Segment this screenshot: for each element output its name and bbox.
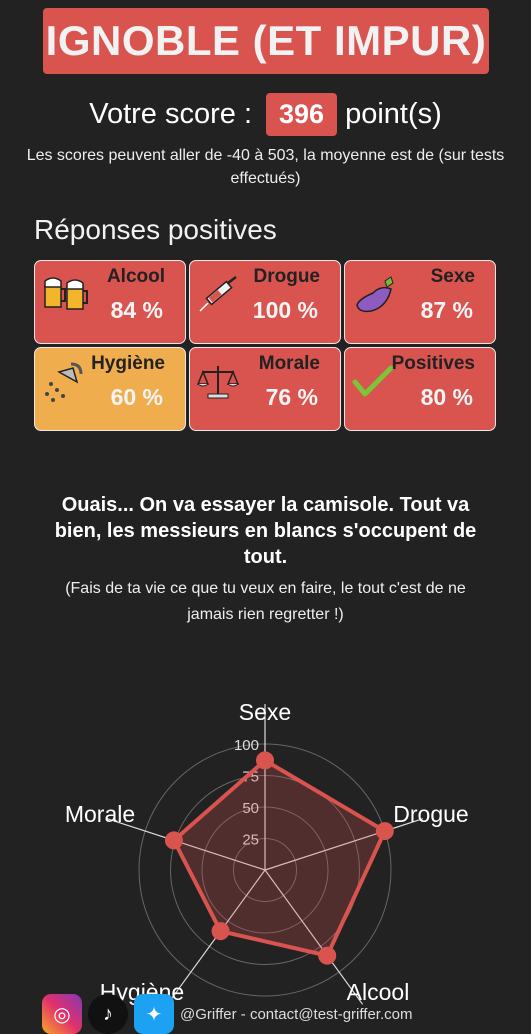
card-percent: 100 %	[252, 297, 318, 323]
card-alcool: Alcool 84 %	[34, 260, 186, 344]
card-name: Hygiène	[91, 353, 165, 374]
card-percent: 87 %	[420, 297, 473, 323]
card-name: Sexe	[430, 266, 475, 287]
card-name: Alcool	[106, 266, 165, 287]
scales-icon	[196, 362, 242, 402]
result-title: IGNOBLE (ET IMPUR)	[43, 8, 489, 74]
score-value: 396	[266, 92, 338, 136]
score-unit: point(s)	[345, 97, 442, 130]
result-comment: Ouais... On va essayer la camisole. Tout…	[54, 494, 477, 568]
axis-label: Morale	[65, 801, 135, 827]
instagram-icon[interactable]: ◎	[42, 994, 82, 1034]
footer: ◎ ♪ ✦ @Griffer - contact@test-griffer.co…	[42, 994, 413, 1034]
data-point	[375, 822, 394, 841]
card-percent: 60 %	[110, 384, 163, 410]
result-advice: (Fais de ta vie ce que tu veux en faire,…	[65, 580, 466, 623]
data-point	[164, 831, 183, 850]
data-point	[211, 922, 230, 941]
card-name: Morale	[258, 353, 320, 374]
check-icon	[351, 362, 397, 402]
card-morale: Morale 76 %	[189, 347, 341, 431]
twitter-icon[interactable]: ✦	[134, 994, 174, 1034]
card-name: Drogue	[253, 266, 321, 287]
card-hygiene: Hygiène 60 %	[34, 347, 186, 431]
score-label: Votre score :	[89, 97, 253, 130]
beer-mugs-icon	[41, 275, 88, 315]
card-name: Positives	[391, 353, 475, 374]
data-point	[318, 946, 337, 965]
card-positives: Positives 80 %	[344, 347, 496, 431]
tiktok-icon[interactable]: ♪	[88, 994, 128, 1034]
shower-icon	[41, 362, 87, 402]
axis-label: Alcool	[347, 979, 410, 1005]
card-sexe: Sexe 87 %	[344, 260, 496, 344]
radar-chart: 255075100SexeDrogueAlcoolHygièneMorale	[65, 699, 469, 1005]
section-title: Réponses positives	[34, 214, 277, 245]
syringe-icon	[196, 275, 242, 315]
data-point	[256, 751, 274, 770]
card-percent: 84 %	[110, 297, 163, 323]
axis-label: Drogue	[393, 801, 468, 827]
axis-label: Sexe	[239, 699, 291, 725]
score-note: Les scores peuvent aller de -40 à 503, l…	[26, 147, 505, 187]
data-series-area	[171, 758, 387, 958]
eggplant-icon	[351, 275, 397, 315]
tick-label: 100	[234, 737, 259, 754]
card-percent: 76 %	[265, 384, 318, 410]
card-drogue: Drogue 100 %	[189, 260, 341, 344]
card-percent: 80 %	[420, 384, 473, 410]
score-row: Votre score : 396 point(s)	[0, 88, 531, 140]
footer-text: @Griffer - contact@test-griffer.com	[180, 1005, 413, 1023]
